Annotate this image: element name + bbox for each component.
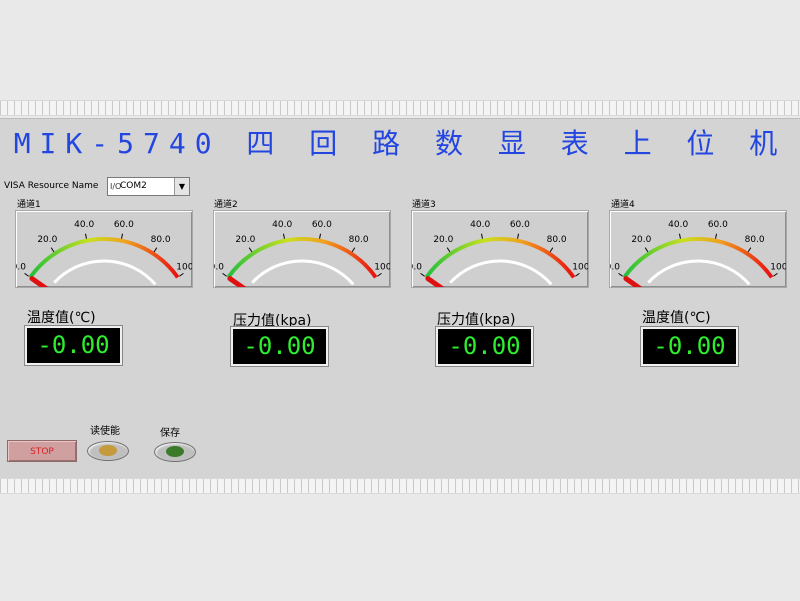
gauge-tick-label: 20.0 bbox=[235, 235, 255, 245]
gauge-tick-label: 40.0 bbox=[668, 220, 688, 230]
gauge-tick bbox=[517, 233, 519, 239]
gauge-tick bbox=[222, 272, 227, 277]
gauge-tick-label: 100.0 bbox=[176, 262, 192, 272]
gauge-tick bbox=[319, 233, 321, 239]
save-label: 保存 bbox=[160, 428, 180, 439]
gauge-tick bbox=[377, 272, 382, 277]
reading-1-display: -0.00 bbox=[25, 326, 122, 365]
gauge-tick-label: 0.0 bbox=[16, 262, 26, 272]
gauge-dial: 0.0 20.0 40.0 60.0 80.0 100.0 bbox=[610, 220, 786, 287]
gauge-needle bbox=[227, 276, 247, 287]
stop-button[interactable]: STOP bbox=[7, 440, 77, 462]
gauge-3-label: 通道3 bbox=[412, 200, 436, 210]
top-ruler bbox=[0, 100, 800, 116]
gauge-tick bbox=[248, 247, 253, 253]
save-lamp bbox=[166, 446, 184, 457]
gauge-tick bbox=[50, 247, 55, 253]
gauge-tick-label: 0.0 bbox=[214, 262, 224, 272]
gauge-tick-label: 0.0 bbox=[412, 262, 422, 272]
gauge-2-label: 通道2 bbox=[214, 200, 238, 210]
gauge-tick-label: 60.0 bbox=[510, 220, 530, 230]
gauge-inner-arc bbox=[449, 259, 553, 286]
page-title: MIK-5740 四 回 路 数 显 表 上 位 机 bbox=[13, 127, 787, 160]
gauge-tick bbox=[747, 247, 752, 253]
gauge-tick bbox=[283, 233, 285, 239]
reading-1-label: 温度值(℃) bbox=[27, 310, 96, 326]
gauge-tick-label: 100.0 bbox=[374, 262, 390, 272]
gauge-inner-arc bbox=[647, 259, 751, 286]
gauge-tick-label: 0.0 bbox=[610, 262, 620, 272]
gauge-tick bbox=[153, 247, 158, 253]
bottom-ruler bbox=[0, 478, 800, 494]
gauge-tick bbox=[644, 247, 649, 253]
read-enable-lamp bbox=[99, 445, 117, 456]
gauge-tick-label: 20.0 bbox=[631, 235, 651, 245]
reading-4-display: -0.00 bbox=[641, 327, 738, 366]
gauge-tick-label: 80.0 bbox=[547, 235, 567, 245]
gauge-inner-arc bbox=[251, 259, 355, 286]
front-panel bbox=[0, 118, 800, 480]
gauge-tick bbox=[446, 247, 451, 253]
gauge-4-label: 通道4 bbox=[611, 200, 635, 210]
reading-4-label: 温度值(℃) bbox=[642, 310, 711, 326]
gauge-inner-arc bbox=[53, 259, 157, 286]
gauge-tick-label: 20.0 bbox=[433, 235, 453, 245]
gauge-tick bbox=[121, 233, 123, 239]
reading-3-label: 压力值(kpa) bbox=[437, 312, 516, 328]
read-enable-toggle[interactable] bbox=[87, 441, 129, 461]
gauge-dial: 0.0 20.0 40.0 60.0 80.0 100.0 bbox=[214, 220, 390, 287]
gauge-tick-label: 40.0 bbox=[272, 220, 292, 230]
gauge-tick-label: 40.0 bbox=[470, 220, 490, 230]
gauge-tick-label: 20.0 bbox=[37, 235, 57, 245]
gauge-tick-label: 80.0 bbox=[151, 235, 171, 245]
chevron-down-icon[interactable]: ▼ bbox=[174, 178, 189, 195]
gauge-tick bbox=[773, 272, 778, 277]
gauge-dial: 0.0 20.0 40.0 60.0 80.0 100.0 bbox=[16, 220, 192, 287]
read-enable-label: 读使能 bbox=[90, 426, 120, 437]
gauge-tick bbox=[24, 272, 29, 277]
gauge-2: 0.0 20.0 40.0 60.0 80.0 100.0 bbox=[213, 210, 391, 288]
visa-resource-select[interactable]: I/O COM2 ▼ bbox=[107, 177, 190, 196]
gauge-tick bbox=[481, 233, 483, 239]
gauge-tick bbox=[420, 272, 425, 277]
gauge-tick-label: 60.0 bbox=[312, 220, 332, 230]
gauge-tick bbox=[679, 233, 681, 239]
gauge-tick bbox=[179, 272, 184, 277]
gauge-tick bbox=[85, 233, 87, 239]
gauge-tick bbox=[549, 247, 554, 253]
reading-2-display: -0.00 bbox=[231, 327, 328, 366]
reading-3-display: -0.00 bbox=[436, 327, 533, 366]
gauge-tick bbox=[575, 272, 580, 277]
gauge-needle bbox=[29, 276, 49, 287]
gauge-tick-label: 80.0 bbox=[745, 235, 765, 245]
gauge-tick bbox=[618, 272, 623, 277]
visa-resource-label: VISA Resource Name bbox=[4, 181, 99, 191]
gauge-needle bbox=[623, 276, 643, 287]
gauge-tick-label: 60.0 bbox=[114, 220, 134, 230]
gauge-tick-label: 80.0 bbox=[349, 235, 369, 245]
gauge-4: 0.0 20.0 40.0 60.0 80.0 100.0 bbox=[609, 210, 787, 288]
gauge-needle bbox=[425, 276, 445, 287]
gauge-tick-label: 100.0 bbox=[572, 262, 588, 272]
save-toggle[interactable] bbox=[154, 442, 196, 462]
gauge-1: 0.0 20.0 40.0 60.0 80.0 100.0 bbox=[15, 210, 193, 288]
visa-resource-value: COM2 bbox=[120, 181, 147, 191]
gauge-1-label: 通道1 bbox=[17, 200, 41, 210]
gauge-tick-label: 60.0 bbox=[708, 220, 728, 230]
gauge-tick bbox=[351, 247, 356, 253]
gauge-tick bbox=[715, 233, 717, 239]
gauge-tick-label: 40.0 bbox=[74, 220, 94, 230]
gauge-dial: 0.0 20.0 40.0 60.0 80.0 100.0 bbox=[412, 220, 588, 287]
gauge-3: 0.0 20.0 40.0 60.0 80.0 100.0 bbox=[411, 210, 589, 288]
gauge-tick-label: 100.0 bbox=[770, 262, 786, 272]
